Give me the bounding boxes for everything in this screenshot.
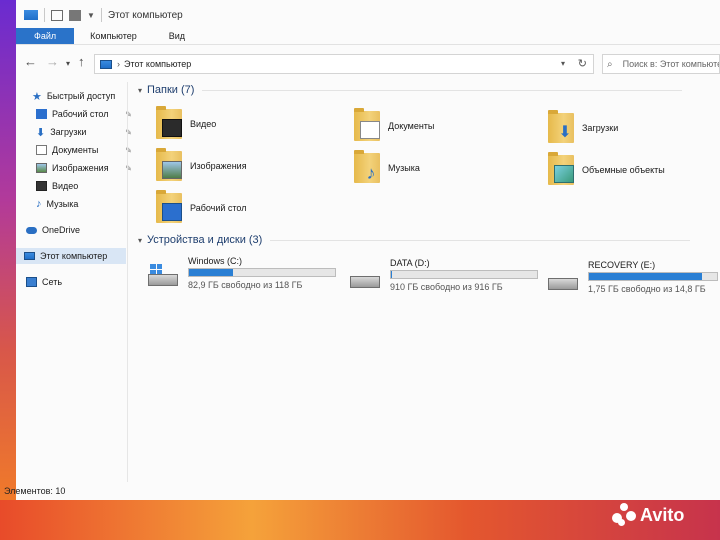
chevron-right-icon[interactable]: ›	[117, 59, 120, 69]
sidebar-item-network[interactable]: Сеть	[26, 274, 126, 290]
tab-computer[interactable]: Компьютер	[74, 28, 153, 44]
refresh-icon[interactable]: ↻	[578, 57, 587, 70]
network-icon	[26, 277, 37, 287]
search-icon: ⌕	[607, 58, 613, 70]
folder-pictures-icon	[156, 148, 182, 181]
drives-section-header[interactable]: ▾ Устройства и диски (3)	[138, 234, 691, 246]
folders-section-header[interactable]: ▾ Папки (7)	[138, 84, 683, 96]
quick-access-toolbar: ▼	[24, 8, 102, 22]
folder-pictures[interactable]: Изображения	[156, 148, 247, 184]
music-icon: ♪	[36, 198, 42, 210]
drive-label: DATA (D:)	[390, 258, 430, 268]
navigation-pane: ★ Быстрый доступ Рабочий стол ✎ ⬇ Загруз…	[16, 82, 132, 482]
pictures-icon	[36, 163, 47, 173]
sidebar-item-pictures[interactable]: Изображения ✎	[36, 160, 132, 176]
documents-icon	[36, 145, 47, 155]
folder-desktop-icon	[156, 190, 182, 223]
computer-icon	[24, 10, 38, 20]
drive-label: Windows (C:)	[188, 256, 243, 266]
drive-usage-bar	[588, 272, 718, 281]
desktop-wallpaper-left	[0, 0, 16, 500]
computer-icon	[24, 252, 35, 260]
sidebar-item-documents[interactable]: Документы ✎	[36, 142, 132, 158]
sidebar-item-music[interactable]: ♪ Музыка	[36, 196, 132, 212]
folder-desktop[interactable]: Рабочий стол	[156, 190, 247, 226]
folder-documents-icon	[354, 108, 380, 141]
sidebar-item-quick-access[interactable]: ★ Быстрый доступ	[32, 88, 142, 104]
video-icon	[36, 181, 47, 191]
window-title: Этот компьютер	[107, 9, 183, 21]
drive-c[interactable]: Windows (C:) 82,9 ГБ свободно из 118 ГБ	[148, 256, 336, 296]
new-folder-icon[interactable]	[69, 9, 81, 21]
properties-icon[interactable]	[51, 9, 63, 21]
drive-free-space: 1,75 ГБ свободно из 14,8 ГБ	[588, 284, 706, 294]
drive-free-space: 82,9 ГБ свободно из 118 ГБ	[188, 280, 303, 290]
avito-watermark: Avito	[612, 500, 684, 530]
avito-wordmark: Avito	[640, 504, 685, 525]
search-box[interactable]: ⌕ Поиск в: Этот компьютер	[602, 54, 720, 74]
folder-3d-objects[interactable]: Объемные объекты	[548, 152, 665, 188]
folder-video-icon	[156, 106, 182, 139]
hard-drive-icon	[548, 268, 578, 290]
title-bar: ▼ Этот компьютер	[16, 4, 720, 26]
address-bar[interactable]: › Этот компьютер ▾ ↻	[94, 54, 594, 74]
ribbon-tabs: Файл Компьютер Вид	[16, 28, 720, 45]
folder-downloads-icon: ⬇	[548, 110, 574, 143]
hard-drive-icon	[350, 266, 380, 288]
sidebar-item-desktop[interactable]: Рабочий стол ✎	[36, 106, 132, 122]
sidebar-item-onedrive[interactable]: OneDrive	[26, 222, 126, 238]
chevron-down-icon[interactable]: ▾	[561, 59, 565, 68]
status-bar: Элементов: 10	[4, 482, 720, 500]
back-arrow-icon[interactable]: ←	[24, 54, 37, 69]
address-path[interactable]: Этот компьютер	[124, 59, 191, 69]
cloud-icon	[26, 226, 37, 234]
desktop-icon	[36, 109, 47, 119]
explorer-window: ▼ Этот компьютер Файл Компьютер Вид ← → …	[4, 0, 720, 500]
chevron-down-icon[interactable]: ▼	[87, 11, 95, 20]
system-drive-icon	[148, 264, 178, 286]
folder-3d-objects-icon	[548, 152, 574, 185]
item-count: Элементов: 10	[4, 486, 66, 496]
star-icon: ★	[32, 90, 42, 103]
chevron-down-icon[interactable]: ▾	[138, 236, 142, 245]
tab-file[interactable]: Файл	[16, 28, 75, 44]
drive-label: RECOVERY (E:)	[588, 260, 656, 270]
search-placeholder[interactable]: Поиск в: Этот компьютер	[623, 59, 719, 69]
up-arrow-icon[interactable]: ↑	[78, 54, 85, 69]
folder-video[interactable]: Видео	[156, 106, 216, 142]
chevron-down-icon[interactable]: ▾	[138, 86, 142, 95]
computer-icon	[100, 59, 112, 69]
navigation-row: ← → ▾ ↑ › Этот компьютер ▾ ↻ ⌕ Поиск в: …	[16, 50, 720, 78]
drive-usage-bar	[188, 268, 336, 277]
recent-chevron-icon[interactable]: ▾	[66, 59, 70, 68]
sidebar-item-video[interactable]: Видео	[36, 178, 132, 194]
download-icon: ⬇	[36, 126, 46, 139]
drive-free-space: 910 ГБ свободно из 916 ГБ	[390, 282, 503, 292]
forward-arrow-icon[interactable]: →	[46, 54, 59, 69]
folder-downloads[interactable]: ⬇ Загрузки	[548, 110, 618, 146]
drive-usage-bar	[390, 270, 538, 279]
drive-d[interactable]: DATA (D:) 910 ГБ свободно из 916 ГБ	[350, 258, 538, 298]
sidebar-item-downloads[interactable]: ⬇ Загрузки ✎	[36, 124, 132, 140]
sidebar-item-this-pc[interactable]: Этот компьютер	[16, 248, 126, 264]
avito-logo-icon	[612, 503, 636, 527]
folder-music-icon: ♪	[354, 150, 380, 183]
drive-e[interactable]: RECOVERY (E:) 1,75 ГБ свободно из 14,8 Г…	[548, 260, 720, 300]
tab-view[interactable]: Вид	[153, 28, 201, 44]
folder-music[interactable]: ♪ Музыка	[354, 150, 420, 186]
folder-documents[interactable]: Документы	[354, 108, 434, 144]
